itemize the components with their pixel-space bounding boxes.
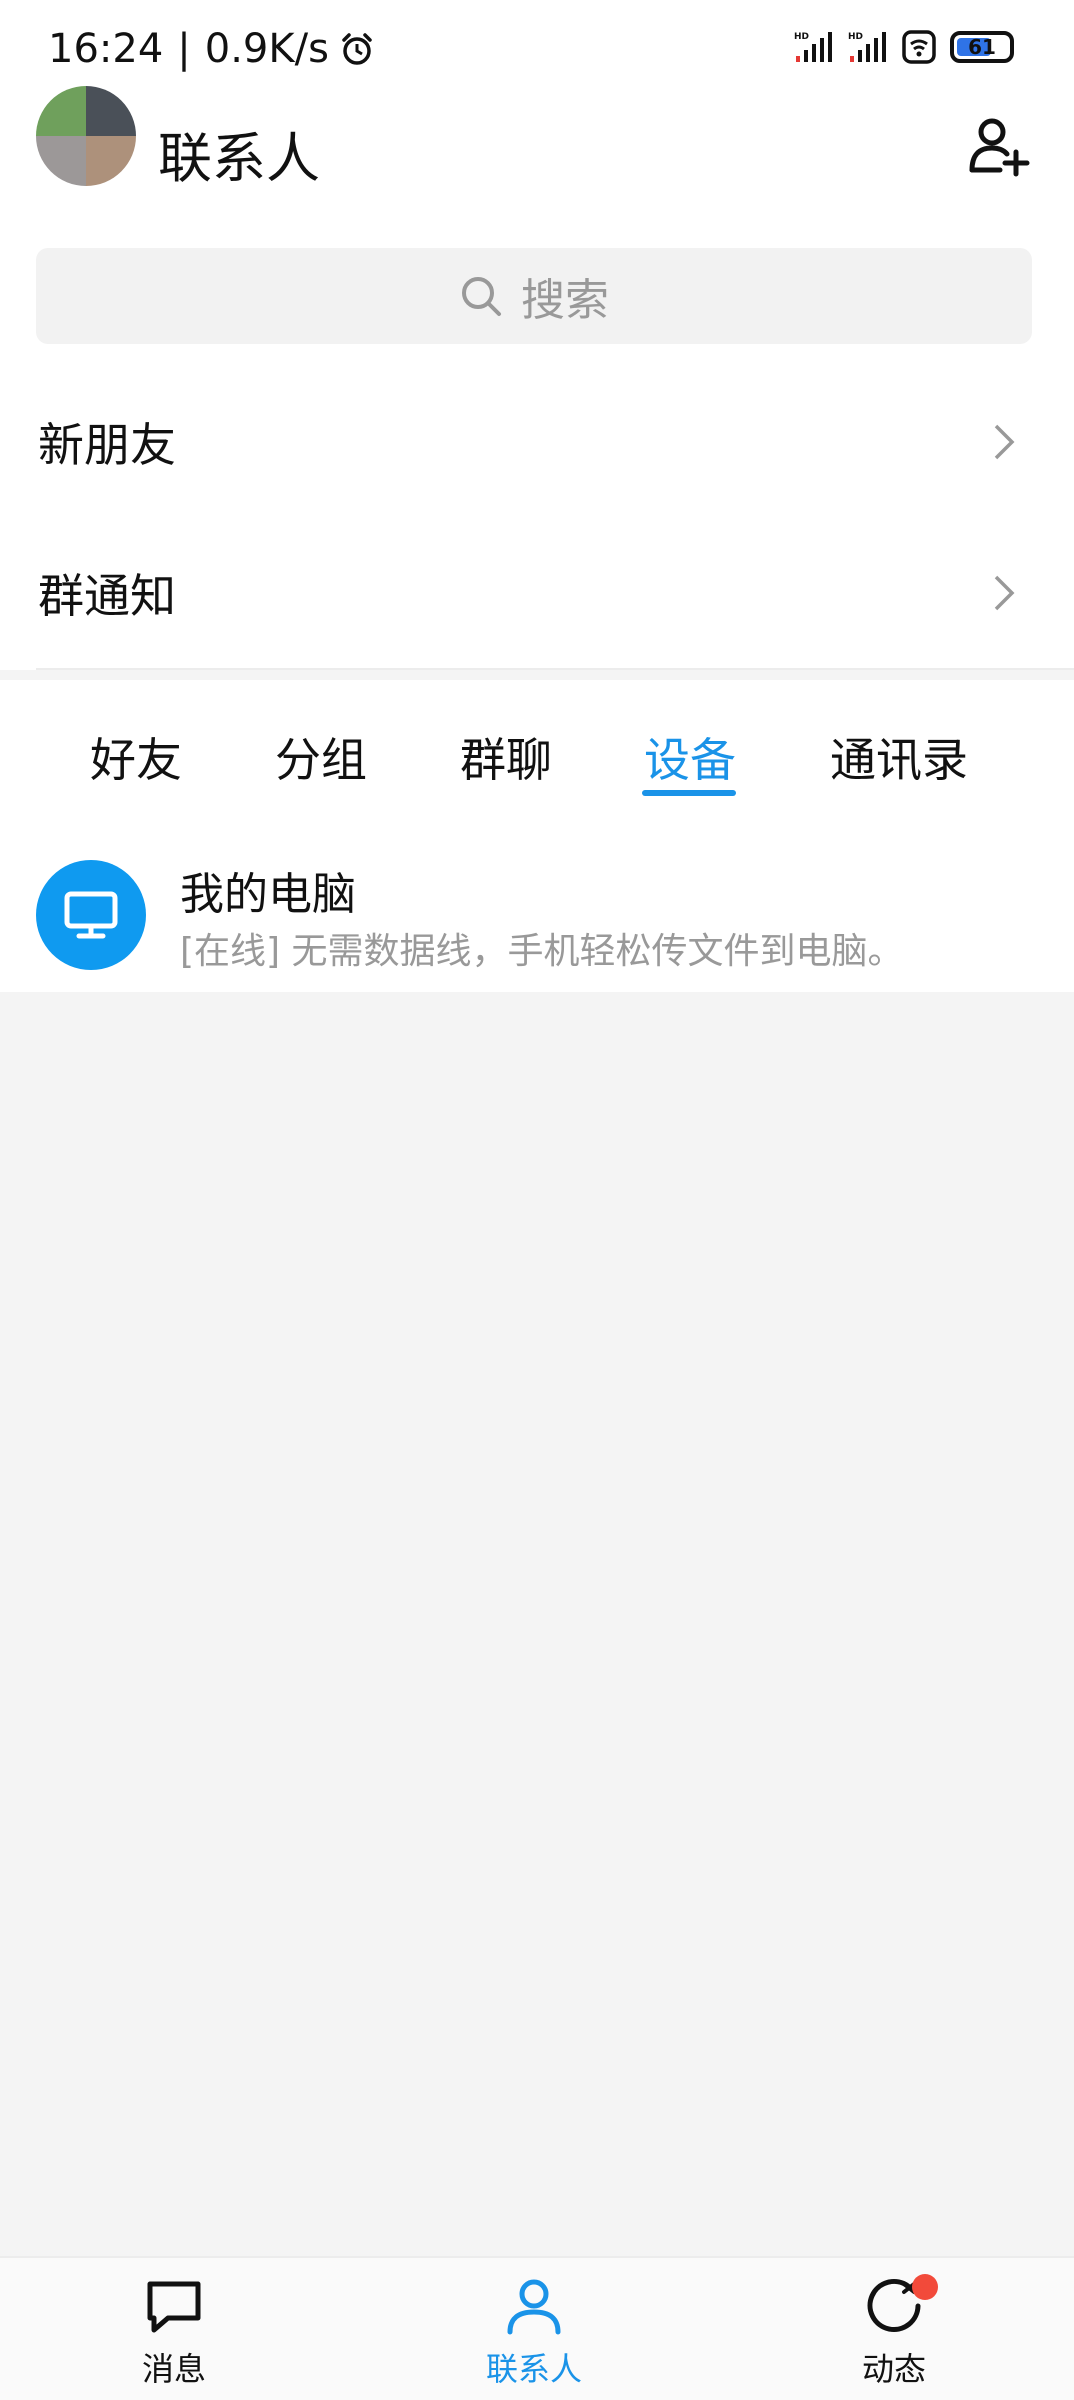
nav-moments[interactable]: 动态 (814, 2274, 974, 2390)
contacts-page: 16:24 | 0.9K/s HD HD 61 联系人 搜索 新朋友 群通知 好… (0, 0, 1074, 2400)
status-bar: 16:24 | 0.9K/s HD HD 61 (0, 0, 1074, 96)
header: 联系人 (0, 86, 1074, 226)
chevron-right-icon (994, 575, 1015, 610)
device-description: [在线] 无需数据线，手机轻松传文件到电脑。 (180, 931, 904, 972)
search-area: 搜索 (0, 226, 1074, 366)
alarm-icon (342, 33, 372, 65)
divider (36, 668, 1074, 670)
nav-messages[interactable]: 消息 (94, 2274, 254, 2390)
nav-contacts-label: 联系人 (485, 2350, 582, 2388)
my-computer-item[interactable]: 我的电脑 [在线] 无需数据线，手机轻松传文件到电脑。 (0, 830, 1074, 992)
tab-friends[interactable]: 好友 (90, 724, 182, 790)
bottom-navigation: 消息 联系人 动态 (0, 2256, 1074, 2400)
contacts-icon (507, 2279, 561, 2335)
tab-groups[interactable]: 分组 (275, 724, 367, 790)
group-notice-label: 群通知 (38, 568, 176, 623)
device-avatar (36, 860, 146, 970)
new-friends-label: 新朋友 (38, 417, 176, 472)
search-input[interactable]: 搜索 (36, 248, 1032, 344)
device-title: 我的电脑 (180, 869, 356, 920)
search-icon (462, 277, 501, 316)
nav-contacts[interactable]: 联系人 (454, 2274, 614, 2390)
status-time: 16:24 (48, 26, 164, 72)
add-contact-icon[interactable] (966, 114, 1030, 178)
wifi-icon (902, 30, 936, 64)
message-icon (147, 2281, 201, 2333)
network-speed: 0.9K/s (204, 26, 329, 72)
svg-text:HD: HD (794, 32, 809, 42)
status-separator: | (177, 26, 191, 72)
monitor-icon (64, 891, 118, 939)
group-notice-row[interactable]: 群通知 (0, 517, 1074, 668)
battery-indicator: 61 (950, 31, 1014, 63)
battery-level: 61 (968, 35, 996, 59)
entry-list: 新朋友 群通知 (0, 366, 1074, 670)
page-title: 联系人 (158, 127, 320, 190)
search-label: 搜索 (521, 275, 609, 326)
active-tab-indicator (642, 790, 736, 796)
new-friends-row[interactable]: 新朋友 (0, 366, 1074, 517)
contact-tabs: 好友 分组 群聊 设备 通讯录 (0, 680, 1074, 830)
signal-icon: HD (794, 32, 832, 62)
tab-group-chats[interactable]: 群聊 (460, 724, 552, 790)
chevron-right-icon (994, 424, 1015, 459)
avatar[interactable] (36, 86, 136, 186)
tab-address-book[interactable]: 通讯录 (830, 724, 968, 790)
nav-moments-label: 动态 (861, 2350, 926, 2388)
nav-messages-label: 消息 (141, 2350, 206, 2388)
svg-text:HD: HD (848, 32, 863, 42)
tab-devices[interactable]: 设备 (644, 724, 736, 790)
notification-dot (912, 2274, 938, 2300)
signal-icon-2: HD (848, 32, 886, 62)
